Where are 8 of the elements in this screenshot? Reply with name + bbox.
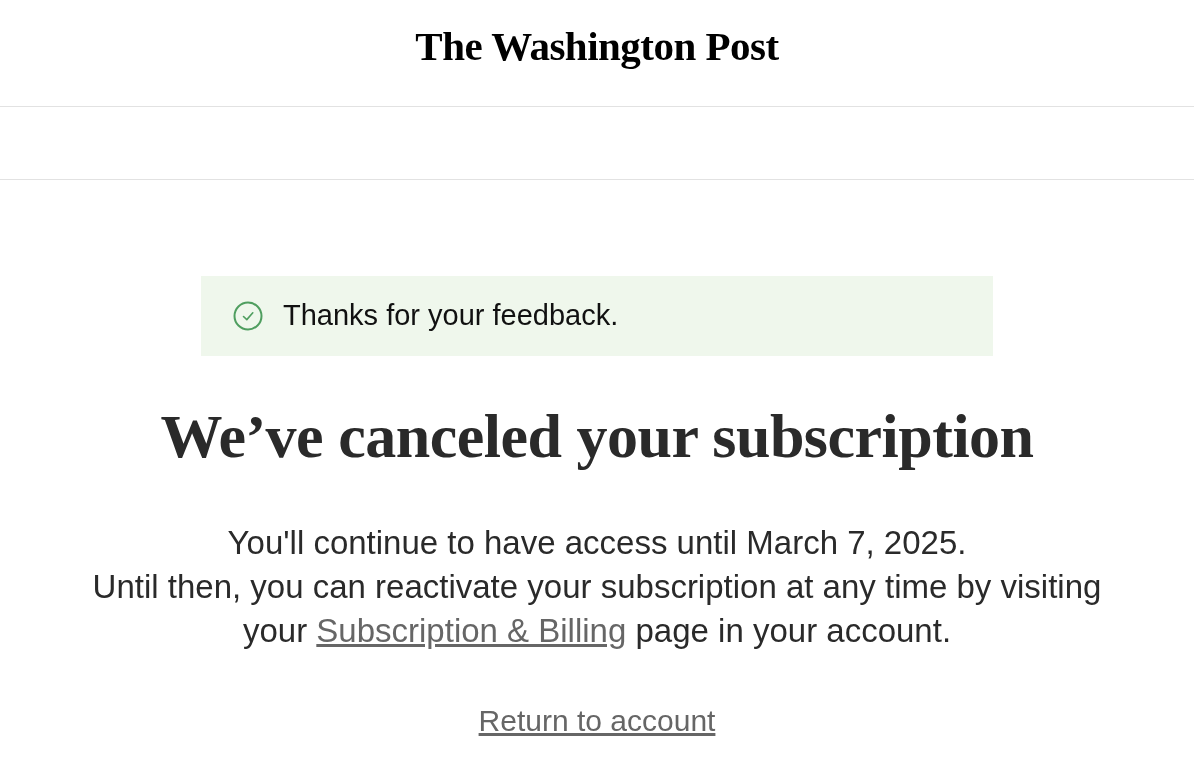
- return-to-account-link[interactable]: Return to account: [478, 703, 716, 739]
- check-circle-icon: [233, 301, 263, 331]
- access-note: You'll continue to have access until March 7, 2025.: [227, 523, 967, 563]
- reactivate-note: Until then, you can reactivate your subscription at any time by visiting your Subscription & Billing page in your account.: [91, 567, 1103, 651]
- page-heading: We’ve canceled your subscription: [160, 401, 1034, 472]
- subscription-billing-link[interactable]: Subscription & Billing: [316, 612, 627, 649]
- newspaper-logo[interactable]: The Washington Post: [415, 25, 779, 81]
- notice-text: Thanks for your feedback.: [283, 298, 619, 334]
